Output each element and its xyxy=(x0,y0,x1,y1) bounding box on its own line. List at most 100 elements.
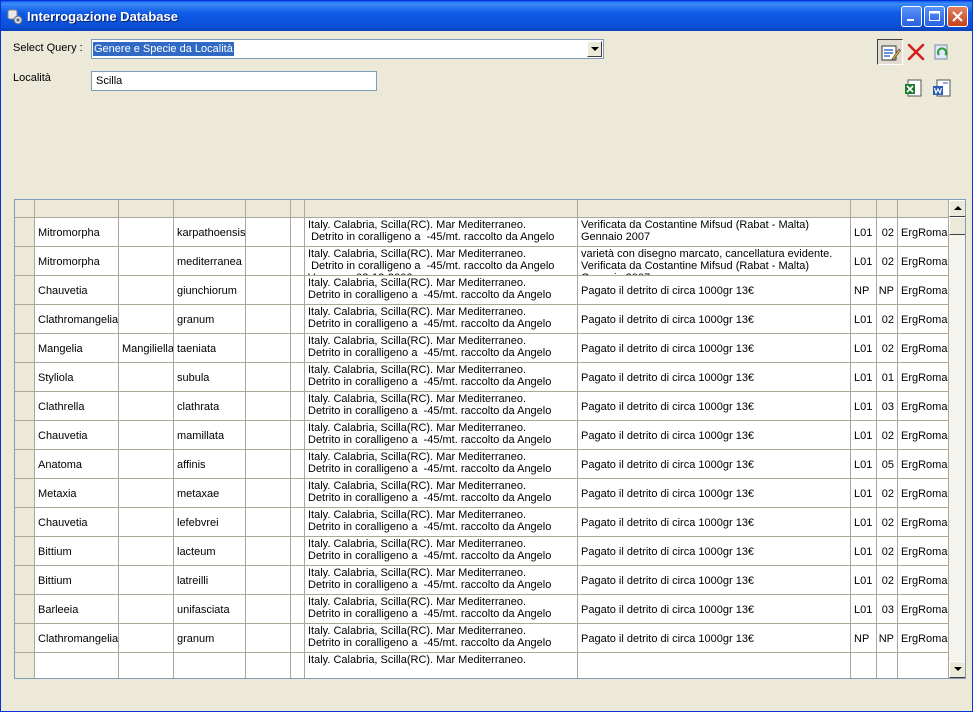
cell-specie[interactable]: lefebvrei xyxy=(174,508,246,537)
cell-empty[interactable] xyxy=(246,653,291,678)
cell-codice[interactable] xyxy=(851,653,877,678)
table-row[interactable]: Mangelia Mangiliella taeniata Italy. Calabr… xyxy=(15,334,949,363)
cell-codice[interactable]: L01 xyxy=(851,595,877,624)
table-row[interactable]: Clathrella clathrata Italy. Calabria, Scil… xyxy=(15,392,949,421)
maximize-button[interactable] xyxy=(924,6,945,27)
cell-note[interactable]: Pagato il detrito di circa 1000gr 13€ xyxy=(578,421,851,450)
cell-empty[interactable] xyxy=(291,392,305,421)
cell-localita[interactable]: Italy. Calabria, Scilla(RC). Mar Mediter… xyxy=(305,218,578,247)
cell-empty[interactable] xyxy=(291,479,305,508)
cell-codice[interactable]: L01 xyxy=(851,450,877,479)
cell-empty[interactable] xyxy=(291,334,305,363)
cell-specie[interactable]: taeniata xyxy=(174,334,246,363)
cell-codice[interactable]: L01 xyxy=(851,537,877,566)
cell-sottogenere[interactable] xyxy=(119,653,174,678)
cell-empty[interactable] xyxy=(246,218,291,247)
results-grid[interactable]: Mitromorpha karpathoensis Italy. Calabria,… xyxy=(14,199,966,679)
table-row[interactable]: Metaxia metaxae Italy. Calabria, Scilla(RC… xyxy=(15,479,949,508)
row-selector[interactable] xyxy=(15,334,35,363)
cell-collezione[interactable]: ErgRoma xyxy=(898,508,949,537)
cell-sottogenere[interactable] xyxy=(119,363,174,392)
cell-empty[interactable] xyxy=(246,450,291,479)
row-selector[interactable] xyxy=(15,508,35,537)
cell-specie[interactable]: unifasciata xyxy=(174,595,246,624)
cell-empty[interactable] xyxy=(246,305,291,334)
table-row[interactable]: Bittium latreilli Italy. Calabria, Scilla(… xyxy=(15,566,949,595)
row-selector[interactable] xyxy=(15,276,35,305)
cell-numero[interactable]: 02 xyxy=(877,334,898,363)
cell-note[interactable]: Pagato il detrito di circa 1000gr 13€ xyxy=(578,479,851,508)
cell-empty[interactable] xyxy=(246,566,291,595)
cell-note[interactable]: Pagato il detrito di circa 1000gr 13€ xyxy=(578,537,851,566)
cell-empty[interactable] xyxy=(291,566,305,595)
cell-localita[interactable]: Italy. Calabria, Scilla(RC). Mar Mediter… xyxy=(305,653,578,678)
column-header[interactable] xyxy=(851,200,877,218)
cell-sottogenere[interactable] xyxy=(119,450,174,479)
cell-genere[interactable]: Chauvetia xyxy=(35,421,119,450)
cell-genere[interactable] xyxy=(35,653,119,678)
table-row[interactable]: Styliola subula Italy. Calabria, Scilla(RC… xyxy=(15,363,949,392)
cell-note[interactable]: varietà con disegno marcato, cancellatur… xyxy=(578,247,851,276)
cell-numero[interactable]: 03 xyxy=(877,392,898,421)
cell-localita[interactable]: Italy. Calabria, Scilla(RC). Mar Mediter… xyxy=(305,479,578,508)
cell-codice[interactable]: NP xyxy=(851,624,877,653)
cell-empty[interactable] xyxy=(246,334,291,363)
cell-empty[interactable] xyxy=(246,276,291,305)
cell-specie[interactable]: karpathoensis xyxy=(174,218,246,247)
table-row[interactable]: Clathromangelia granum Italy. Calabria, Sc… xyxy=(15,624,949,653)
cell-sottogenere[interactable] xyxy=(119,305,174,334)
cell-specie[interactable]: mediterranea xyxy=(174,247,246,276)
cell-sottogenere[interactable]: Mangiliella xyxy=(119,334,174,363)
cell-note[interactable]: Pagato il detrito di circa 1000gr 13€ xyxy=(578,363,851,392)
cell-numero[interactable]: 02 xyxy=(877,508,898,537)
cell-note[interactable]: Pagato il detrito di circa 1000gr 13€ xyxy=(578,392,851,421)
refresh-button[interactable] xyxy=(929,39,955,65)
row-selector[interactable] xyxy=(15,450,35,479)
cell-collezione[interactable]: ErgRoma xyxy=(898,479,949,508)
column-header[interactable] xyxy=(119,200,174,218)
cell-empty[interactable] xyxy=(291,624,305,653)
cell-localita[interactable]: Italy. Calabria, Scilla(RC). Mar Mediter… xyxy=(305,305,578,334)
cell-genere[interactable]: Anatoma xyxy=(35,450,119,479)
cell-sottogenere[interactable] xyxy=(119,566,174,595)
cell-note[interactable]: Pagato il detrito di circa 1000gr 13€ xyxy=(578,595,851,624)
cell-numero[interactable]: NP xyxy=(877,276,898,305)
cell-numero[interactable]: 02 xyxy=(877,247,898,276)
cell-sottogenere[interactable] xyxy=(119,247,174,276)
cell-empty[interactable] xyxy=(246,624,291,653)
column-header[interactable] xyxy=(898,200,949,218)
cell-empty[interactable] xyxy=(291,421,305,450)
cell-note[interactable]: Pagato il detrito di circa 1000gr 13€ xyxy=(578,334,851,363)
row-selector[interactable] xyxy=(15,218,35,247)
cancel-button[interactable] xyxy=(903,39,929,65)
cell-sottogenere[interactable] xyxy=(119,508,174,537)
cell-note[interactable]: Pagato il detrito di circa 1000gr 13€ xyxy=(578,276,851,305)
cell-empty[interactable] xyxy=(291,247,305,276)
cell-sottogenere[interactable] xyxy=(119,595,174,624)
table-row[interactable]: Anatoma affinis Italy. Calabria, Scilla(RC… xyxy=(15,450,949,479)
row-selector[interactable] xyxy=(15,595,35,624)
cell-specie[interactable] xyxy=(174,653,246,678)
cell-specie[interactable]: granum xyxy=(174,305,246,334)
cell-collezione[interactable]: ErgRoma xyxy=(898,276,949,305)
cell-numero[interactable]: 01 xyxy=(877,363,898,392)
cell-genere[interactable]: Styliola xyxy=(35,363,119,392)
cell-numero[interactable]: 05 xyxy=(877,450,898,479)
cell-genere[interactable]: Bittium xyxy=(35,537,119,566)
scroll-up-button[interactable] xyxy=(949,200,965,217)
cell-sottogenere[interactable] xyxy=(119,421,174,450)
cell-numero[interactable]: 02 xyxy=(877,421,898,450)
cell-sottogenere[interactable] xyxy=(119,479,174,508)
cell-numero[interactable]: 02 xyxy=(877,566,898,595)
cell-collezione[interactable] xyxy=(898,653,949,678)
cell-empty[interactable] xyxy=(291,218,305,247)
cell-localita[interactable]: Italy. Calabria, Scilla(RC). Mar Mediter… xyxy=(305,363,578,392)
cell-codice[interactable]: L01 xyxy=(851,421,877,450)
cell-genere[interactable]: Metaxia xyxy=(35,479,119,508)
cell-localita[interactable]: Italy. Calabria, Scilla(RC). Mar Mediter… xyxy=(305,537,578,566)
cell-sottogenere[interactable] xyxy=(119,276,174,305)
cell-empty[interactable] xyxy=(291,276,305,305)
cell-empty[interactable] xyxy=(246,537,291,566)
cell-codice[interactable]: L01 xyxy=(851,218,877,247)
column-header[interactable] xyxy=(35,200,119,218)
